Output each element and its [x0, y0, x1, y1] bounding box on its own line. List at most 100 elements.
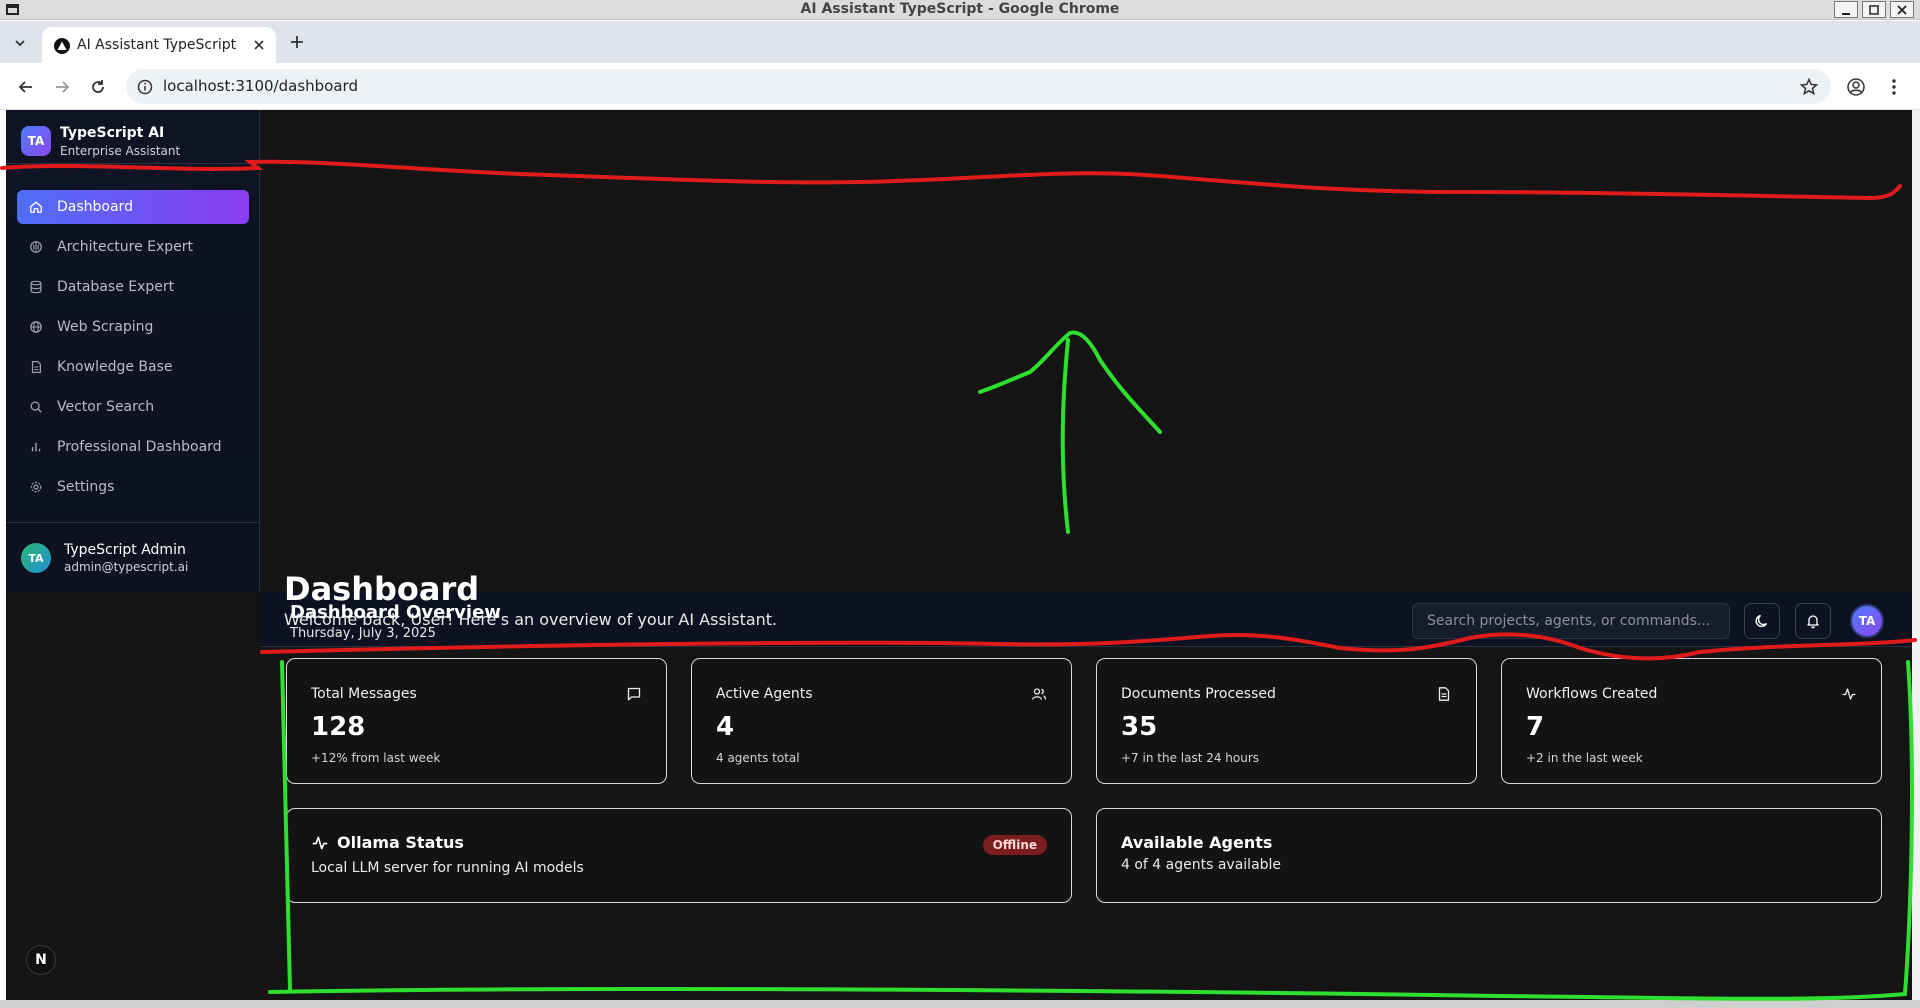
search-icon [30, 401, 42, 413]
new-tab-icon[interactable] [288, 33, 306, 51]
sidebar-user[interactable]: TA TypeScript Admin admin@typescript.ai [6, 522, 260, 591]
sidebar: TA TypeScript AI Enterprise Assistant Da… [6, 110, 260, 591]
sidebar-item-database-expert[interactable]: Database Expert [17, 270, 249, 304]
sidebar-item-label: Dashboard [57, 199, 133, 215]
ollama-status-card: Ollama Status Local LLM server for runni… [286, 808, 1072, 903]
available-agents-card: Available Agents 4 of 4 agents available [1096, 808, 1882, 903]
stat-note: +2 in the last week [1526, 751, 1643, 765]
browser-toolbar: localhost:3100/dashboard [0, 63, 1920, 110]
avatar: TA [21, 543, 51, 573]
minimize-icon [1842, 12, 1850, 15]
sidebar-item-label: Architecture Expert [57, 239, 194, 255]
window-title: AI Assistant TypeScript - Google Chrome [800, 1, 1120, 17]
sidebar-item-label: Settings [57, 479, 115, 495]
tab-search-button[interactable] [10, 33, 30, 53]
database-icon [30, 280, 42, 294]
tab-strip: AI Assistant TypeScript [0, 21, 1920, 63]
bell-icon [1807, 615, 1819, 629]
window-bottom-edge [0, 1000, 1920, 1008]
minimize-button[interactable] [1834, 1, 1858, 18]
stat-note: 4 agents total [716, 751, 800, 765]
profile-icon[interactable] [1846, 77, 1866, 97]
sidebar-item-label: Vector Search [57, 399, 155, 415]
stat-label: Total Messages [311, 686, 417, 702]
site-info-icon[interactable] [136, 78, 154, 96]
chevron-down-icon [15, 40, 25, 47]
card-subtitle: Local LLM server for running AI models [311, 860, 584, 876]
window-controls [1834, 1, 1914, 18]
close-window-button[interactable] [1890, 1, 1914, 18]
maximize-button[interactable] [1862, 1, 1886, 18]
url-text: localhost:3100/dashboard [163, 77, 358, 95]
address-bar[interactable]: localhost:3100/dashboard [126, 69, 1831, 104]
card-title: Available Agents [1121, 833, 1273, 852]
favicon-icon [54, 38, 70, 54]
stat-value: 128 [311, 712, 366, 742]
page-scrollbar[interactable] [1912, 110, 1920, 1000]
stat-value: 35 [1121, 712, 1158, 742]
sidebar-nav: Dashboard Architecture Expert Database E… [17, 190, 249, 510]
theme-toggle-button[interactable] [1744, 603, 1780, 639]
window-titlebar: AI Assistant TypeScript - Google Chrome [0, 0, 1920, 20]
stat-note: +7 in the last 24 hours [1121, 751, 1260, 765]
search-input[interactable]: Search projects, agents, or commands... [1412, 603, 1730, 639]
user-email: admin@typescript.ai [64, 560, 189, 574]
user-name: TypeScript Admin [64, 542, 186, 558]
activity-icon [312, 836, 328, 850]
main-title: Dashboard [284, 570, 480, 608]
stat-card-documents-processed: Documents Processed 35 +7 in the last 24… [1096, 658, 1477, 784]
sidebar-item-professional-dashboard[interactable]: Professional Dashboard [17, 430, 249, 464]
bar-chart-icon [31, 442, 41, 452]
users-icon [1031, 688, 1047, 700]
stat-label: Workflows Created [1526, 686, 1658, 702]
maximize-icon [1869, 4, 1879, 15]
brand-name: TypeScript AI [60, 125, 165, 141]
triangle-logo-icon [57, 41, 67, 50]
globe-icon [30, 321, 42, 333]
screen: AI Assistant TypeScript - Google Chrome … [0, 0, 1920, 1008]
gear-icon [30, 481, 42, 493]
stat-card-workflows-created: Workflows Created 7 +2 in the last week [1501, 658, 1882, 784]
reload-icon[interactable] [88, 77, 108, 97]
message-icon [627, 687, 641, 701]
document-icon [1438, 687, 1450, 701]
sidebar-item-settings[interactable]: Settings [17, 470, 249, 504]
notifications-button[interactable] [1795, 603, 1831, 639]
forward-arrow-icon[interactable] [52, 77, 72, 97]
brain-icon [30, 241, 42, 253]
sidebar-item-label: Professional Dashboard [57, 439, 222, 455]
stat-label: Active Agents [716, 686, 813, 702]
brand-subtitle: Enterprise Assistant [60, 144, 181, 158]
activity-icon [1842, 688, 1856, 700]
stat-value: 7 [1526, 712, 1545, 742]
stat-card-active-agents: Active Agents 4 4 agents total [691, 658, 1072, 784]
browser-tab[interactable]: AI Assistant TypeScript [42, 27, 276, 63]
bookmark-star-icon[interactable] [1799, 77, 1819, 97]
stat-label: Documents Processed [1121, 686, 1276, 702]
sidebar-item-architecture-expert[interactable]: Architecture Expert [17, 230, 249, 264]
card-subtitle: 4 of 4 agents available [1121, 857, 1282, 873]
stat-value: 4 [716, 712, 735, 742]
tab-title: AI Assistant TypeScript [77, 37, 237, 53]
stat-card-total-messages: Total Messages 128 +12% from last week [286, 658, 667, 784]
dev-tools-badge[interactable]: N [26, 945, 56, 975]
status-badge: Offline [982, 835, 1047, 855]
card-title: Ollama Status [337, 833, 464, 852]
kebab-menu-icon[interactable] [1884, 77, 1904, 97]
sidebar-item-label: Database Expert [57, 279, 175, 295]
sidebar-item-label: Web Scraping [57, 319, 154, 335]
sidebar-item-vector-search[interactable]: Vector Search [17, 390, 249, 424]
sidebar-item-label: Knowledge Base [57, 359, 173, 375]
sidebar-item-dashboard[interactable]: Dashboard [17, 190, 249, 224]
header-avatar[interactable]: TA [1850, 604, 1884, 638]
sidebar-item-knowledge-base[interactable]: Knowledge Base [17, 350, 249, 384]
sidebar-item-web-scraping[interactable]: Web Scraping [17, 310, 249, 344]
file-icon [31, 360, 41, 374]
brand: TA TypeScript AI Enterprise Assistant [6, 110, 260, 164]
back-arrow-icon[interactable] [16, 77, 36, 97]
close-icon [1897, 4, 1907, 15]
moon-icon [1755, 614, 1768, 628]
stat-note: +12% from last week [311, 751, 441, 765]
brand-logo: TA [21, 126, 51, 156]
close-tab-icon[interactable] [252, 38, 266, 52]
